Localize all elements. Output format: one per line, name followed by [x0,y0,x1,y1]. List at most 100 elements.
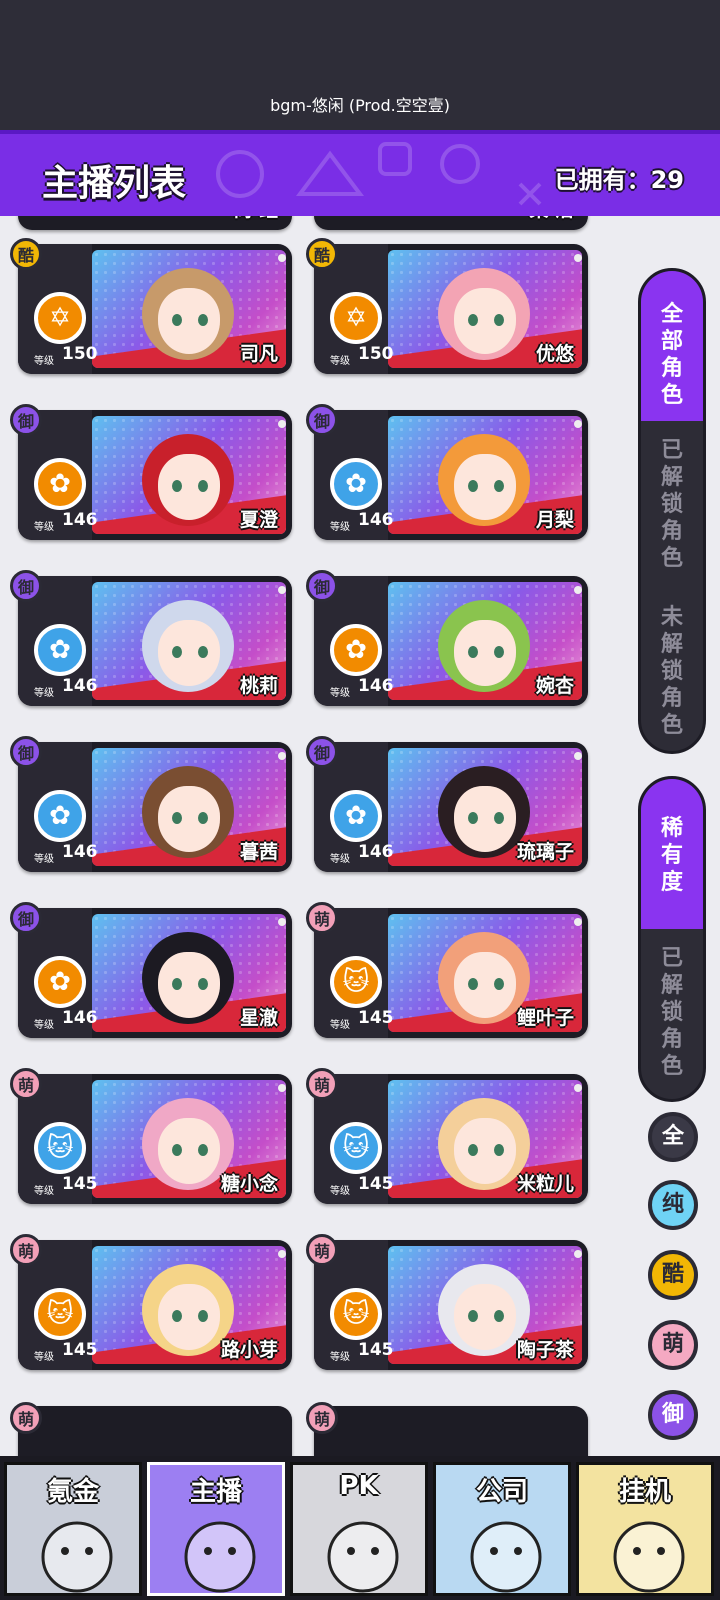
streamer-card[interactable]: ✿ 等级 146 星澈 御 [10,902,292,1038]
side-menu-item[interactable]: 未解锁角色 [641,588,703,751]
rarity-badge: 御 [306,404,338,436]
eye [172,812,182,824]
tab-company[interactable]: 公司 [433,1462,571,1596]
rarity-badge: 萌 [306,1234,338,1266]
streamer-card[interactable]: ✿ 等级 146 夏澄 御 [10,404,292,540]
eye [198,314,208,326]
eye [468,812,478,824]
streamer-grid: 尚 鲤某 洁✡等级150司凡酷✡等级150优悠酷✿等级146夏澄御✿等级146月… [0,216,620,1460]
rarity-filter-button[interactable]: 酷 [648,1250,698,1300]
rank-medal-icon: ✿ [34,624,86,676]
tab-recharge[interactable]: 氪金 [4,1462,142,1596]
eye [494,812,504,824]
streamer-card-partial[interactable]: 某 洁 [306,216,588,230]
streamer-card[interactable]: 🐱 等级 145 鲤叶子 萌 [306,902,588,1038]
eye [468,646,478,658]
card-pin [278,420,286,428]
rarity-badge: 萌 [10,1402,42,1434]
streamer-card[interactable]: ✿ 等级 146 婉杏 御 [306,570,588,706]
eye [198,646,208,658]
card-pin [278,1250,286,1258]
level-value: 150 [358,344,394,364]
rarity-filter-button[interactable]: 纯 [648,1180,698,1230]
rank-medal-icon: ✿ [330,790,382,842]
rank-medal-icon: ✡ [34,292,86,344]
streamer-card[interactable]: 🐱 等级 145 路小芽 萌 [10,1234,292,1370]
side-menu-item[interactable]: 全部角色 [641,271,703,421]
card-frame: 🐱 等级 145 鲤叶子 [314,908,588,1038]
streamer-card-partial[interactable]: 萌 [10,1402,292,1460]
streamer-card-partial[interactable]: 萌 [306,1402,588,1460]
rarity-filter-button[interactable]: 萌 [648,1320,698,1370]
streamer-card[interactable]: 🐱 等级 145 糖小念 萌 [10,1068,292,1204]
rarity-filter-button[interactable]: 全 [648,1112,698,1162]
card-frame: ✿ 等级 146 月梨 [314,410,588,540]
rarity-badge: 酷 [10,238,42,270]
streamer-card[interactable]: 🐱 等级 145 陶子茶 萌 [306,1234,588,1370]
level-value: 146 [62,510,98,530]
streamer-name: 陶子茶 [516,1339,574,1361]
streamer-card[interactable]: ✿ 等级 146 暮茜 御 [10,736,292,872]
streamer-card[interactable]: ✿ 等级 146 琉璃子 御 [306,736,588,872]
owned-count: 已拥有：29 [554,166,684,194]
face [454,1118,516,1184]
card-pin [278,1084,286,1092]
face [454,454,516,520]
rank-medal-icon: ✿ [330,458,382,510]
side-menu-item[interactable]: 已解锁角色 [641,929,703,1096]
level-value: 145 [358,1174,394,1194]
rank-medal-icon: ✿ [330,624,382,676]
top-bar: bgm-悠闲 (Prod.空空壹) [0,0,720,130]
card-frame: 🐱 等级 145 米粒儿 [314,1074,588,1204]
rarity-filter-button[interactable]: 御 [648,1390,698,1440]
streamer-card-partial[interactable]: 尚 鲤 [10,216,292,230]
streamer-card[interactable]: 🐱 等级 145 米粒儿 萌 [306,1068,588,1204]
streamer-card[interactable]: ✿ 等级 146 桃莉 御 [10,570,292,706]
level-label: 等级 [34,1020,54,1031]
tab-label: 公司 [475,1477,528,1507]
streamer-name: 某 洁 [529,216,574,222]
level-value: 145 [62,1340,98,1360]
level-label: 等级 [34,854,54,865]
side-menu-item[interactable]: 稀有度 [641,779,703,929]
eye [172,480,182,492]
streamer-name: 桃莉 [239,675,278,697]
rank-medal-icon: ✡ [330,292,382,344]
streamer-card[interactable]: ✡ 等级 150 优悠 酷 [306,238,588,374]
level-label: 等级 [34,522,54,533]
level-value: 145 [62,1174,98,1194]
card-frame [314,1406,588,1460]
level-value: 150 [62,344,98,364]
streamer-card[interactable]: ✿ 等级 146 月梨 御 [306,404,588,540]
face [454,1284,516,1350]
card-frame: ✿ 等级 146 婉杏 [314,576,588,706]
eye [468,480,478,492]
rank-medal-icon: ✿ [34,956,86,1008]
card-frame: ✿ 等级 146 桃莉 [18,576,292,706]
card-pin [278,752,286,760]
eye [494,314,504,326]
card-pin [278,918,286,926]
rarity-badge: 御 [10,736,42,768]
side-menu-item[interactable]: 已解锁角色 [641,421,703,588]
eye [172,1310,182,1322]
rarity-badge: 御 [10,570,42,602]
tab-pk[interactable]: PK [290,1462,428,1596]
streamer-name: 优悠 [535,343,574,365]
card-pin [574,420,582,428]
streamer-name: 米粒儿 [516,1173,574,1195]
rarity-badge: 御 [306,570,338,602]
level-label: 等级 [330,688,350,699]
page-title: 主播列表 [42,163,187,204]
card-pin [278,586,286,594]
rank-medal-icon: ✿ [34,790,86,842]
card-frame: 🐱 等级 145 糖小念 [18,1074,292,1204]
tab-idle[interactable]: 挂机 [576,1462,714,1596]
tab-label: PK [339,1471,379,1501]
eye [198,1310,208,1322]
tab-streamers[interactable]: 主播 [147,1462,285,1596]
rarity-badge: 萌 [306,1068,338,1100]
level-label: 等级 [330,1186,350,1197]
streamer-card[interactable]: ✡ 等级 150 司凡 酷 [10,238,292,374]
level-label: 等级 [34,1352,54,1363]
